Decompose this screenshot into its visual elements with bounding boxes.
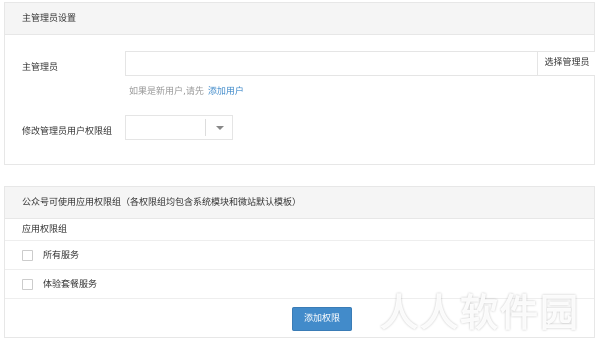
watermark-logo: 人人软件园 [380,291,581,335]
checkbox[interactable] [22,250,33,261]
group-label: 修改管理员用户权限组 [22,127,113,137]
admin-input[interactable] [125,51,538,76]
permission-group-select[interactable] [125,115,233,140]
select-divider [205,119,206,136]
option-label: 所有服务 [43,251,80,261]
panel-title: 主管理员设置 [5,3,594,35]
add-user-link[interactable]: 添加用户 [208,87,244,97]
list-item[interactable]: 所有服务 [5,242,594,270]
add-permission-button[interactable]: 添加权限 [292,307,352,331]
select-admin-button[interactable]: 选择管理员 [537,51,595,76]
admin-label: 主管理员 [22,63,59,73]
checkbox[interactable] [22,279,33,290]
main-admin-panel: 主管理员设置 主管理员 选择管理员 如果是新用户,请先 添加用户 修改管理员用户权… [4,2,595,165]
new-user-hint: 如果是新用户,请先 添加用户 [129,84,244,97]
panel-title: 公众号可使用应用权限组（各权限组均包含系统模块和微站默认模板） [5,187,594,219]
option-label: 体验套餐服务 [43,280,98,290]
hint-text: 如果是新用户,请先 [129,87,204,97]
chevron-down-icon[interactable] [216,126,224,130]
column-header: 应用权限组 [5,219,594,241]
